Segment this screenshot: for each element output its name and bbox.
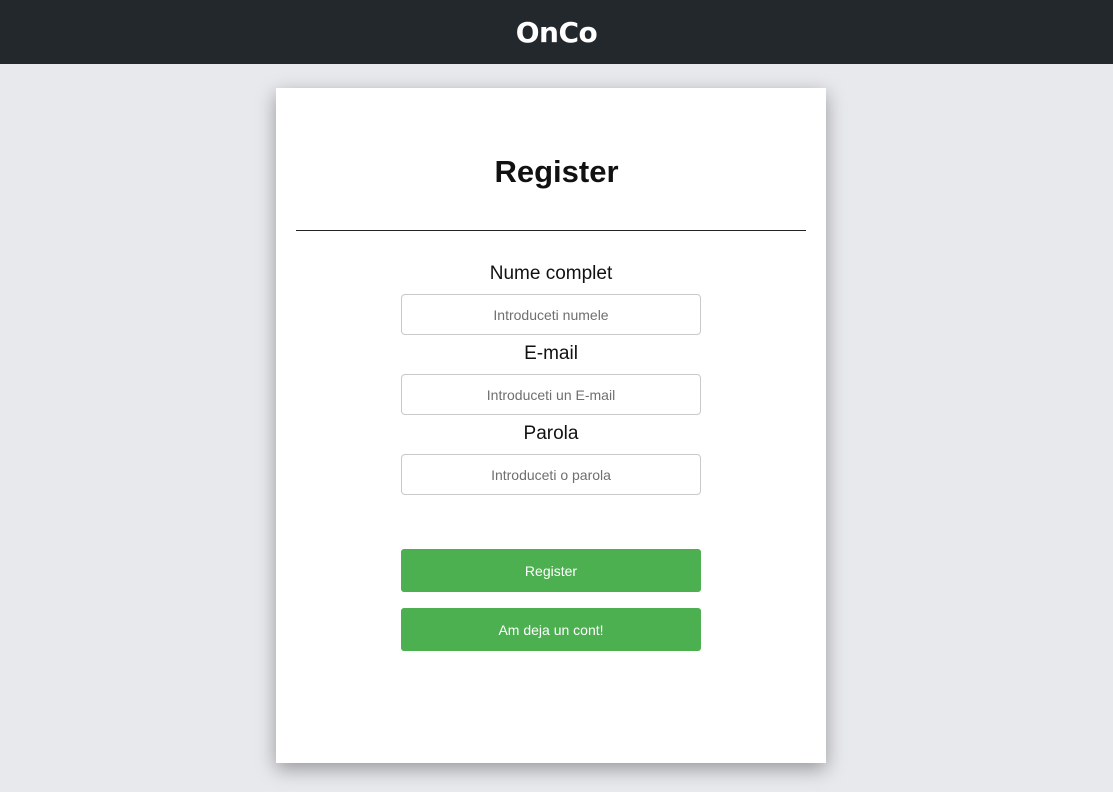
register-button[interactable]: Register [401, 549, 701, 592]
full-name-input[interactable] [401, 294, 701, 335]
email-label: E-mail [524, 343, 578, 364]
password-label: Parola [523, 423, 579, 444]
have-account-button[interactable]: Am deja un cont! [401, 608, 701, 651]
full-name-label: Nume complet [489, 263, 613, 284]
title-divider [296, 230, 806, 231]
top-navbar: OnCo [0, 0, 1113, 64]
app-logo[interactable]: OnCo [516, 19, 598, 47]
page-title: Register [494, 154, 619, 189]
password-input[interactable] [401, 454, 701, 495]
email-input[interactable] [401, 374, 701, 415]
